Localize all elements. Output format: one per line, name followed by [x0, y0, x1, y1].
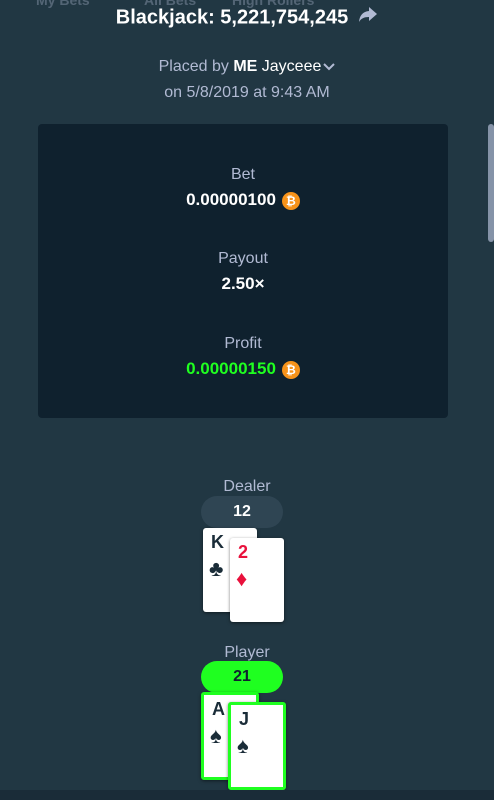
diamond-icon: ♦: [236, 566, 248, 591]
payout-label: Payout: [218, 250, 268, 267]
bitcoin-icon: ₿: [281, 191, 300, 210]
card-rank: 2: [238, 542, 249, 562]
player-card-2: J ♠: [228, 702, 286, 790]
profit-stat: Profit 0.00000150 ₿: [38, 335, 448, 379]
dealer-label: Dealer: [223, 478, 271, 495]
profit-value-row: 0.00000150 ₿: [38, 359, 448, 379]
card-rank: J: [239, 709, 250, 729]
player-score: 21: [201, 661, 283, 693]
bet-stats-panel: Bet 0.00000100 ₿ Payout 2.50× Profit 0.00…: [38, 124, 448, 418]
bet-title-row: Blackjack: 5,221,754,245: [0, 6, 494, 30]
dealer-score: 12: [201, 496, 283, 528]
bitcoin-icon: ₿: [281, 360, 300, 379]
bet-stat: Bet 0.00000100 ₿: [38, 166, 448, 210]
dealer-card-2: 2 ♦: [230, 538, 284, 622]
bet-amount: 0.00000100: [186, 190, 276, 209]
bet-title: Blackjack: 5,221,754,245: [115, 6, 349, 29]
spade-icon: ♠: [210, 723, 222, 748]
bet-date: on 5/8/2019 at 9:43 AM: [164, 84, 330, 101]
spade-icon: ♠: [237, 733, 249, 758]
payout-value: 2.50×: [221, 274, 265, 293]
bet-details-modal: My Bets All Bets High Rollers Blackjack:…: [0, 0, 494, 790]
username-link[interactable]: Jayceee: [262, 58, 322, 75]
profit-amount: 0.00000150: [186, 359, 276, 378]
placed-by-prefix: Placed by: [158, 58, 229, 76]
chevron-down-icon[interactable]: [323, 58, 336, 76]
scrollbar-thumb[interactable]: [488, 124, 494, 242]
card-rank: A: [212, 699, 225, 719]
bet-label: Bet: [230, 166, 255, 183]
share-icon[interactable]: [358, 6, 378, 30]
me-badge: ME: [233, 58, 258, 76]
profit-label: Profit: [224, 335, 262, 352]
club-icon: ♣: [209, 556, 224, 581]
bet-value-row: 0.00000100 ₿: [38, 190, 448, 210]
card-rank: K: [211, 532, 224, 552]
placed-by: Placed by ME Jayceee: [0, 58, 494, 76]
player-label: Player: [224, 644, 270, 661]
payout-stat: Payout 2.50×: [38, 250, 448, 294]
